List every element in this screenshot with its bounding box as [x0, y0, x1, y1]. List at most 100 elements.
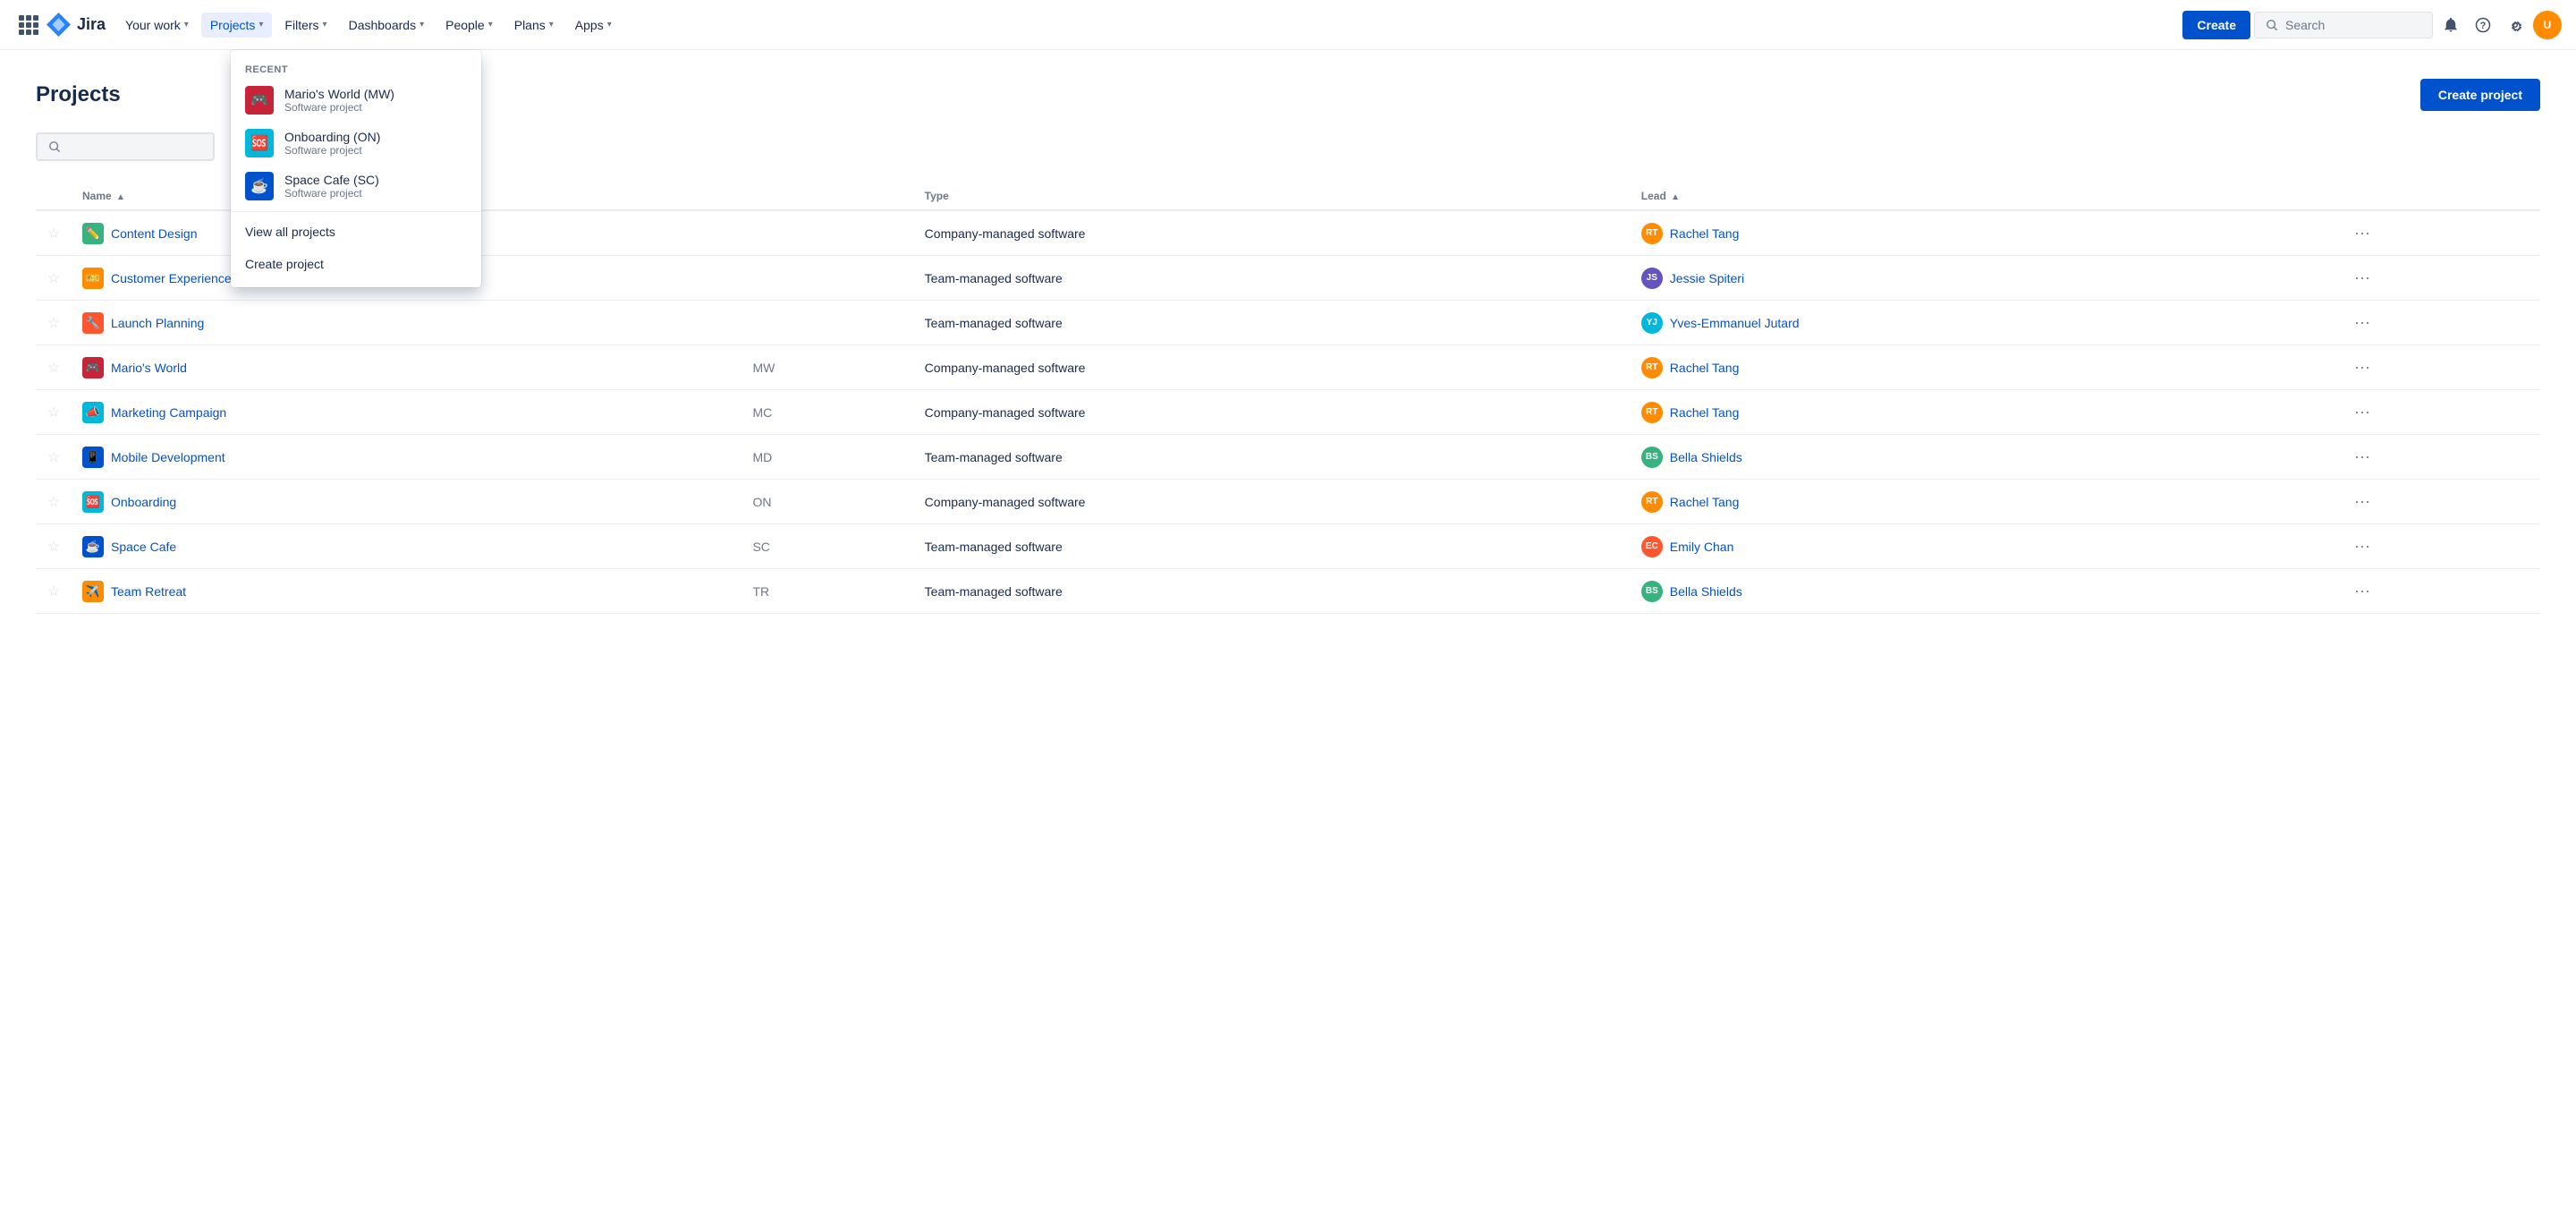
project-icon: 📱: [82, 447, 104, 468]
dropdown-item-icon: 🎮: [245, 86, 274, 115]
nav-dashboards[interactable]: Dashboards ▾: [340, 13, 434, 38]
lead-name[interactable]: Rachel Tang: [1670, 361, 1740, 375]
more-actions-button[interactable]: ···: [2347, 444, 2377, 470]
nav-your-work[interactable]: Your work ▾: [116, 13, 198, 38]
chevron-down-icon: ▾: [419, 20, 424, 30]
nav-plans[interactable]: Plans ▾: [505, 13, 563, 38]
lead-name[interactable]: Bella Shields: [1670, 450, 1742, 464]
project-icon: 📣: [82, 402, 104, 423]
star-icon[interactable]: ☆: [47, 226, 60, 242]
lead-cell: BS Bella Shields: [1631, 435, 2336, 480]
star-cell: ☆: [36, 256, 72, 301]
lead-name[interactable]: Rachel Tang: [1670, 405, 1740, 420]
dropdown-item-name: Onboarding (ON): [284, 130, 380, 144]
star-icon[interactable]: ☆: [47, 450, 60, 465]
actions-cell: ···: [2336, 390, 2540, 435]
more-actions-button[interactable]: ···: [2347, 578, 2377, 604]
lead-cell: RT Rachel Tang: [1631, 210, 2336, 256]
lead-name[interactable]: Rachel Tang: [1670, 495, 1740, 509]
more-actions-button[interactable]: ···: [2347, 489, 2377, 515]
grid-menu-button[interactable]: [14, 11, 43, 39]
lead-cell: BS Bella Shields: [1631, 569, 2336, 614]
more-actions-button[interactable]: ···: [2347, 265, 2377, 291]
lead-name[interactable]: Yves-Emmanuel Jutard: [1670, 316, 1800, 330]
lead-avatar: RT: [1641, 223, 1663, 244]
star-icon[interactable]: ☆: [47, 271, 60, 286]
settings-button[interactable]: [2501, 11, 2529, 39]
lead-avatar: BS: [1641, 581, 1663, 602]
search-icon: [48, 140, 61, 154]
star-icon[interactable]: ☆: [47, 405, 60, 421]
svg-text:?: ?: [2480, 21, 2487, 31]
col-star: [36, 183, 72, 210]
name-cell: 🔧 Launch Planning: [72, 301, 741, 345]
star-icon[interactable]: ☆: [47, 361, 60, 376]
more-actions-button[interactable]: ···: [2347, 533, 2377, 559]
star-icon[interactable]: ☆: [47, 495, 60, 510]
key-cell: ON: [741, 480, 913, 524]
lead-name[interactable]: Bella Shields: [1670, 584, 1742, 599]
project-search-bar[interactable]: [36, 132, 215, 161]
lead-name[interactable]: Jessie Spiteri: [1670, 271, 1744, 285]
project-key: ON: [752, 495, 771, 509]
project-search-input[interactable]: [68, 140, 202, 154]
more-actions-button[interactable]: ···: [2347, 310, 2377, 336]
project-name-link[interactable]: 📱 Mobile Development: [82, 447, 731, 468]
type-cell: Company-managed software: [914, 480, 1631, 524]
lead-name[interactable]: Emily Chan: [1670, 540, 1734, 554]
table-row: ☆ ☕ Space Cafe SC Team-managed software …: [36, 524, 2540, 569]
type-cell: Team-managed software: [914, 569, 1631, 614]
more-actions-button[interactable]: ···: [2347, 220, 2377, 246]
type-cell: Team-managed software: [914, 524, 1631, 569]
create-button[interactable]: Create: [2182, 11, 2250, 39]
project-name-link[interactable]: 🆘 Onboarding: [82, 491, 731, 513]
key-cell: SC: [741, 524, 913, 569]
bell-icon: [2443, 17, 2459, 33]
project-icon: 🎮: [82, 357, 104, 379]
chevron-down-icon: ▾: [323, 20, 327, 30]
project-name-link[interactable]: 🎮 Mario's World: [82, 357, 731, 379]
nav-apps[interactable]: Apps ▾: [566, 13, 621, 38]
project-type: Team-managed software: [925, 584, 1063, 599]
page-title: Projects: [36, 82, 121, 107]
project-type: Company-managed software: [925, 495, 1086, 509]
lead-name[interactable]: Rachel Tang: [1670, 226, 1740, 241]
star-cell: ☆: [36, 569, 72, 614]
create-project-link[interactable]: Create project: [231, 248, 481, 280]
notifications-button[interactable]: [2436, 11, 2465, 39]
dropdown-item-space-cafe[interactable]: ☕ Space Cafe (SC) Software project: [231, 165, 481, 208]
dropdown-item-marios-world[interactable]: 🎮 Mario's World (MW) Software project: [231, 79, 481, 122]
table-row: ☆ 🎮 Mario's World MW Company-managed sof…: [36, 345, 2540, 390]
help-button[interactable]: ?: [2469, 11, 2497, 39]
more-actions-button[interactable]: ···: [2347, 354, 2377, 380]
nav-people[interactable]: People ▾: [436, 13, 502, 38]
view-all-projects-link[interactable]: View all projects: [231, 216, 481, 248]
more-actions-button[interactable]: ···: [2347, 399, 2377, 425]
project-name-link[interactable]: ☕ Space Cafe: [82, 536, 731, 557]
nav-projects[interactable]: Projects ▾: [201, 13, 273, 38]
search-input[interactable]: [2285, 18, 2421, 32]
project-key: MC: [752, 405, 772, 420]
actions-cell: ···: [2336, 301, 2540, 345]
dropdown-item-onboarding[interactable]: 🆘 Onboarding (ON) Software project: [231, 122, 481, 165]
project-name-link[interactable]: 📣 Marketing Campaign: [82, 402, 731, 423]
col-lead[interactable]: Lead ▲: [1631, 183, 2336, 210]
dropdown-item-sub: Software project: [284, 187, 379, 200]
table-row: ☆ 🆘 Onboarding ON Company-managed softwa…: [36, 480, 2540, 524]
star-cell: ☆: [36, 435, 72, 480]
project-name-link[interactable]: ✈️ Team Retreat: [82, 581, 731, 602]
star-icon[interactable]: ☆: [47, 316, 60, 331]
col-key: [741, 183, 913, 210]
jira-logo[interactable]: Jira: [47, 13, 106, 38]
nav-filters[interactable]: Filters ▾: [275, 13, 335, 38]
star-icon[interactable]: ☆: [47, 584, 60, 600]
star-icon[interactable]: ☆: [47, 540, 60, 555]
project-name-link[interactable]: 🔧 Launch Planning: [82, 312, 731, 334]
lead-cell: EC Emily Chan: [1631, 524, 2336, 569]
user-avatar[interactable]: U: [2533, 11, 2562, 39]
search-bar[interactable]: [2254, 12, 2433, 38]
key-cell: TR: [741, 569, 913, 614]
lead-cell: RT Rachel Tang: [1631, 390, 2336, 435]
topnav: Jira Your work ▾ Projects ▾ Filters ▾ Da…: [0, 0, 2576, 50]
create-project-button[interactable]: Create project: [2420, 79, 2540, 111]
